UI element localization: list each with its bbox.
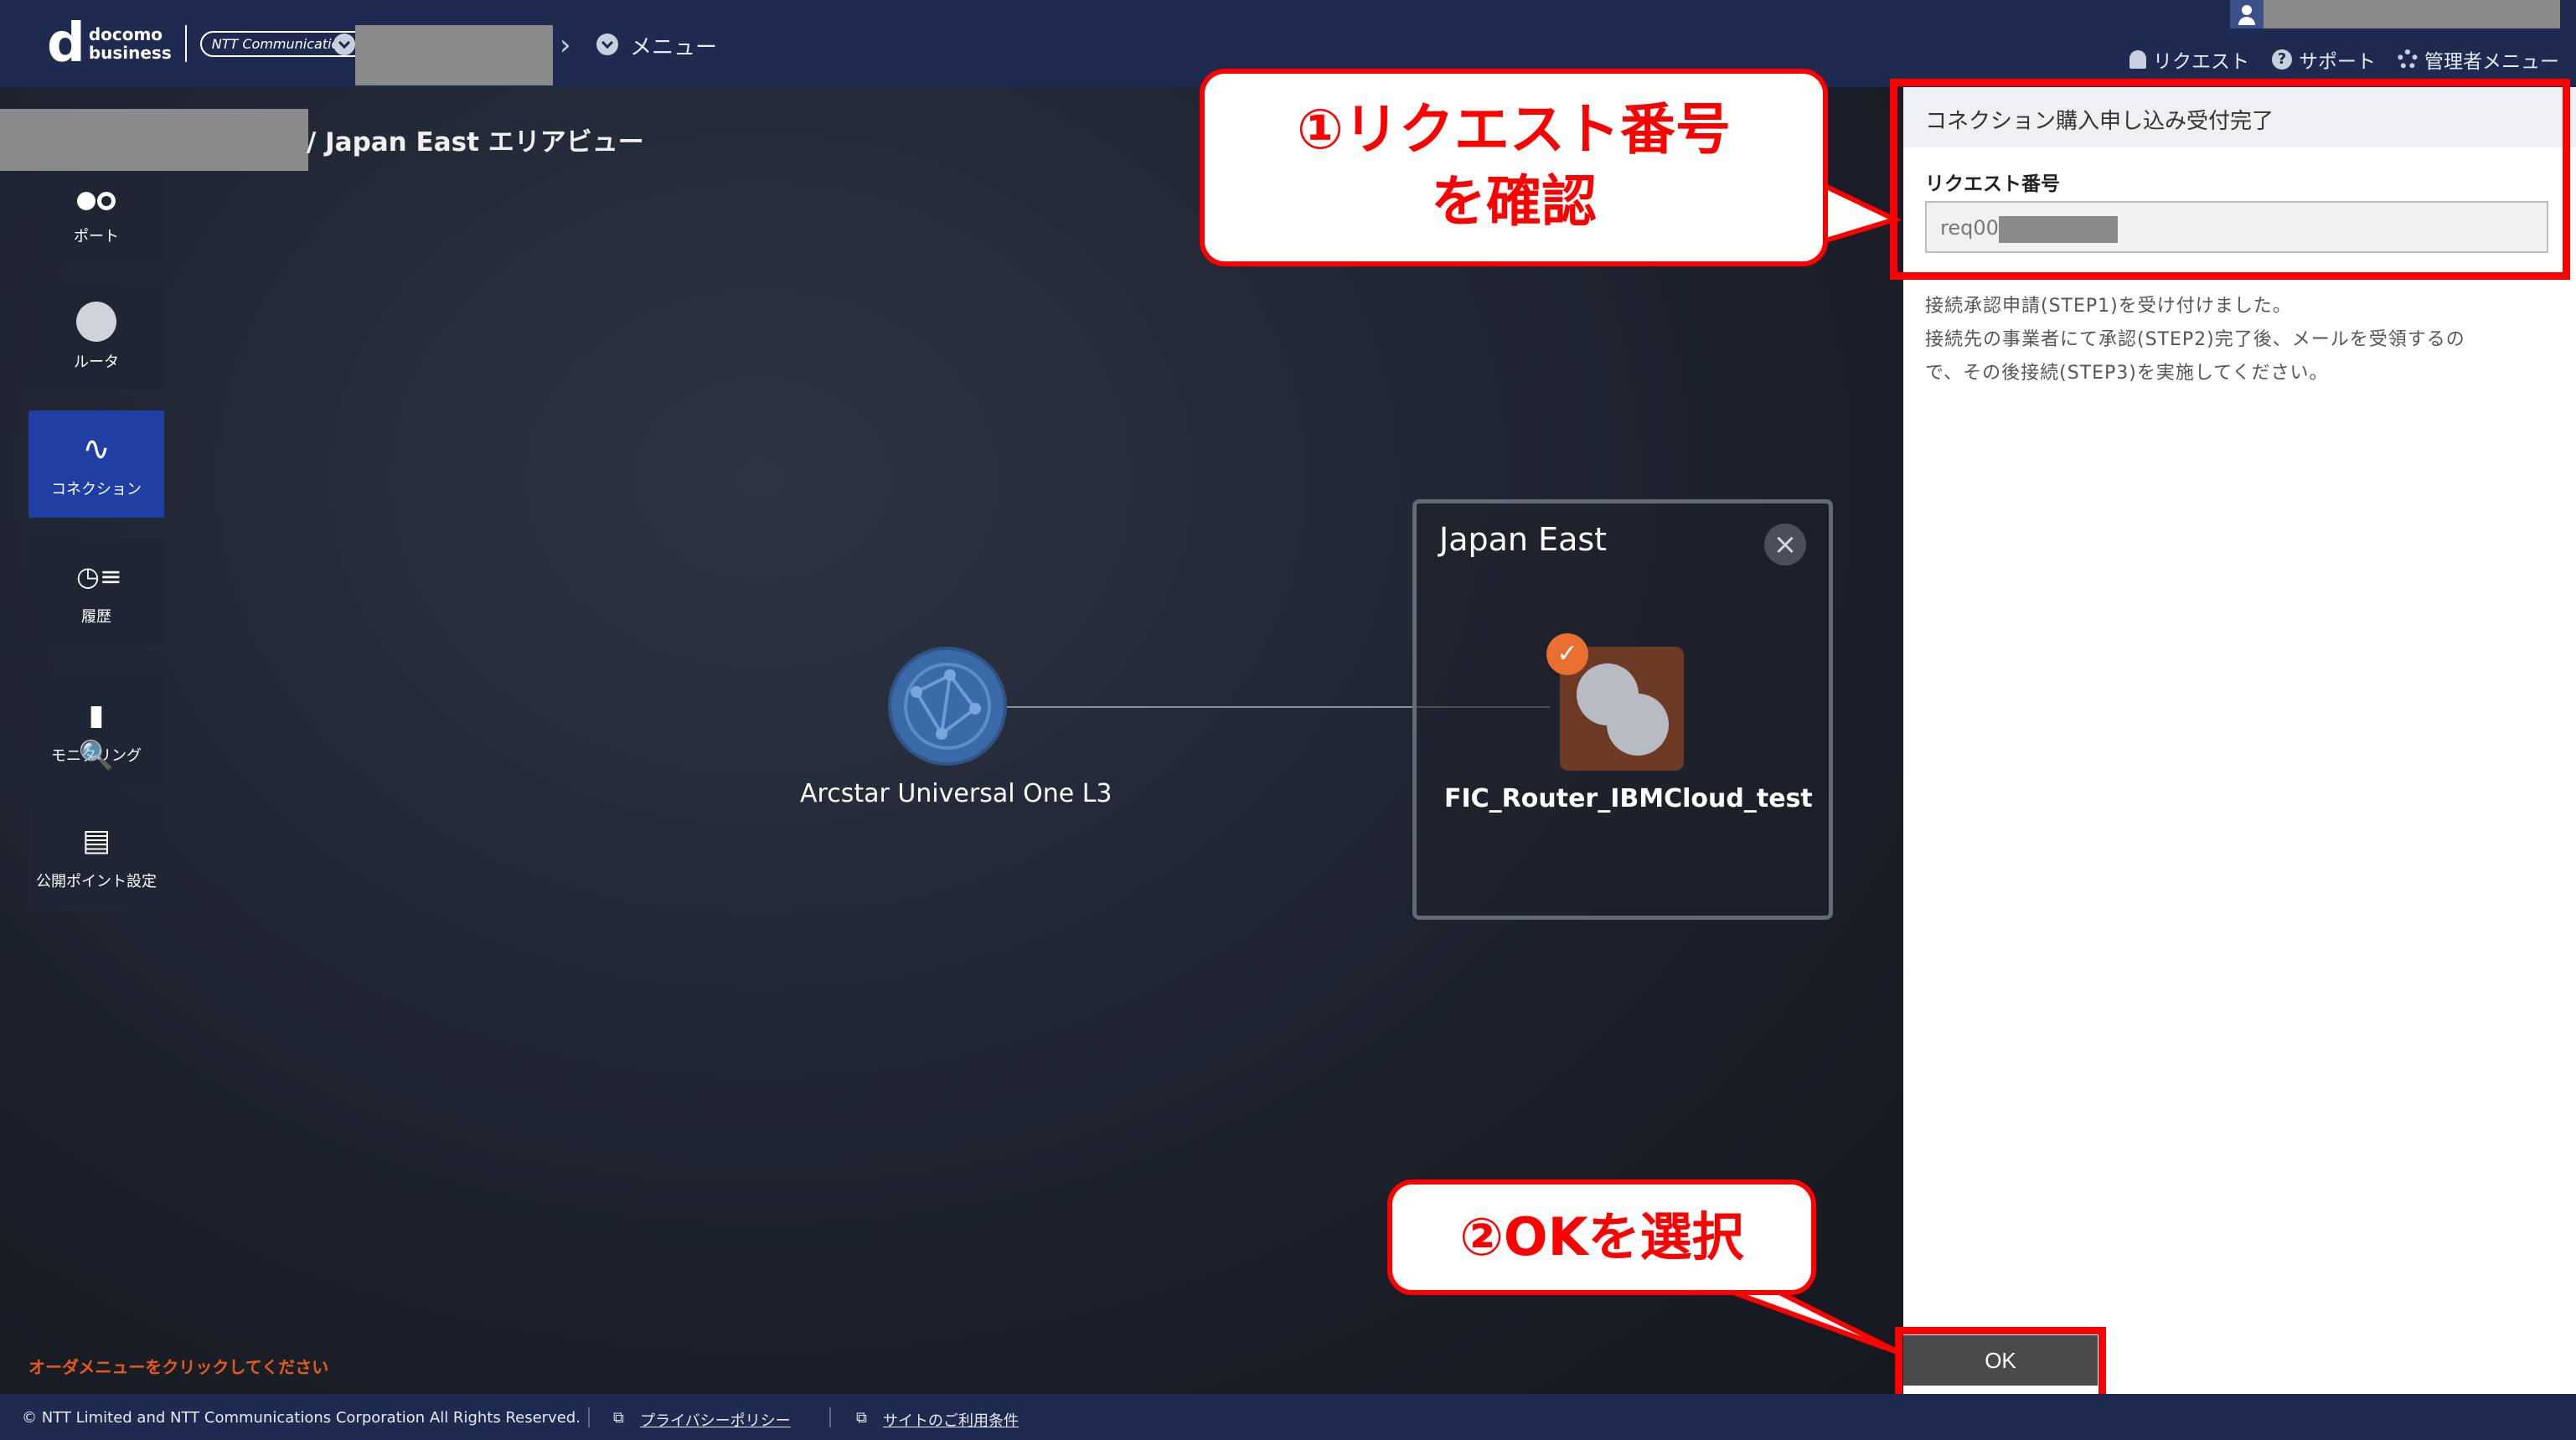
window-icon: ⧉ bbox=[856, 1409, 867, 1427]
window-icon: ⧉ bbox=[613, 1409, 624, 1427]
footer: © NTT Limited and NTT Communications Cor… bbox=[0, 1394, 2576, 1440]
callout1-line2: を確認 bbox=[1431, 169, 1597, 234]
callout1-pointer bbox=[1815, 178, 1902, 247]
footer-divider bbox=[588, 1407, 590, 1427]
footer-divider bbox=[829, 1407, 831, 1427]
callout1-line1: ①リクエスト番号 bbox=[1297, 97, 1731, 162]
callout-check-request-number: ①リクエスト番号 を確認 bbox=[1200, 69, 1828, 266]
copyright-text: © NTT Limited and NTT Communications Cor… bbox=[22, 1409, 581, 1427]
callout2-pointer bbox=[1716, 1284, 1903, 1356]
terms-link[interactable]: サイトのご利用条件 bbox=[883, 1409, 1019, 1431]
privacy-policy-link[interactable]: プライバシーポリシー bbox=[640, 1409, 791, 1431]
callout-select-ok: ②OKを選択 bbox=[1387, 1179, 1816, 1295]
